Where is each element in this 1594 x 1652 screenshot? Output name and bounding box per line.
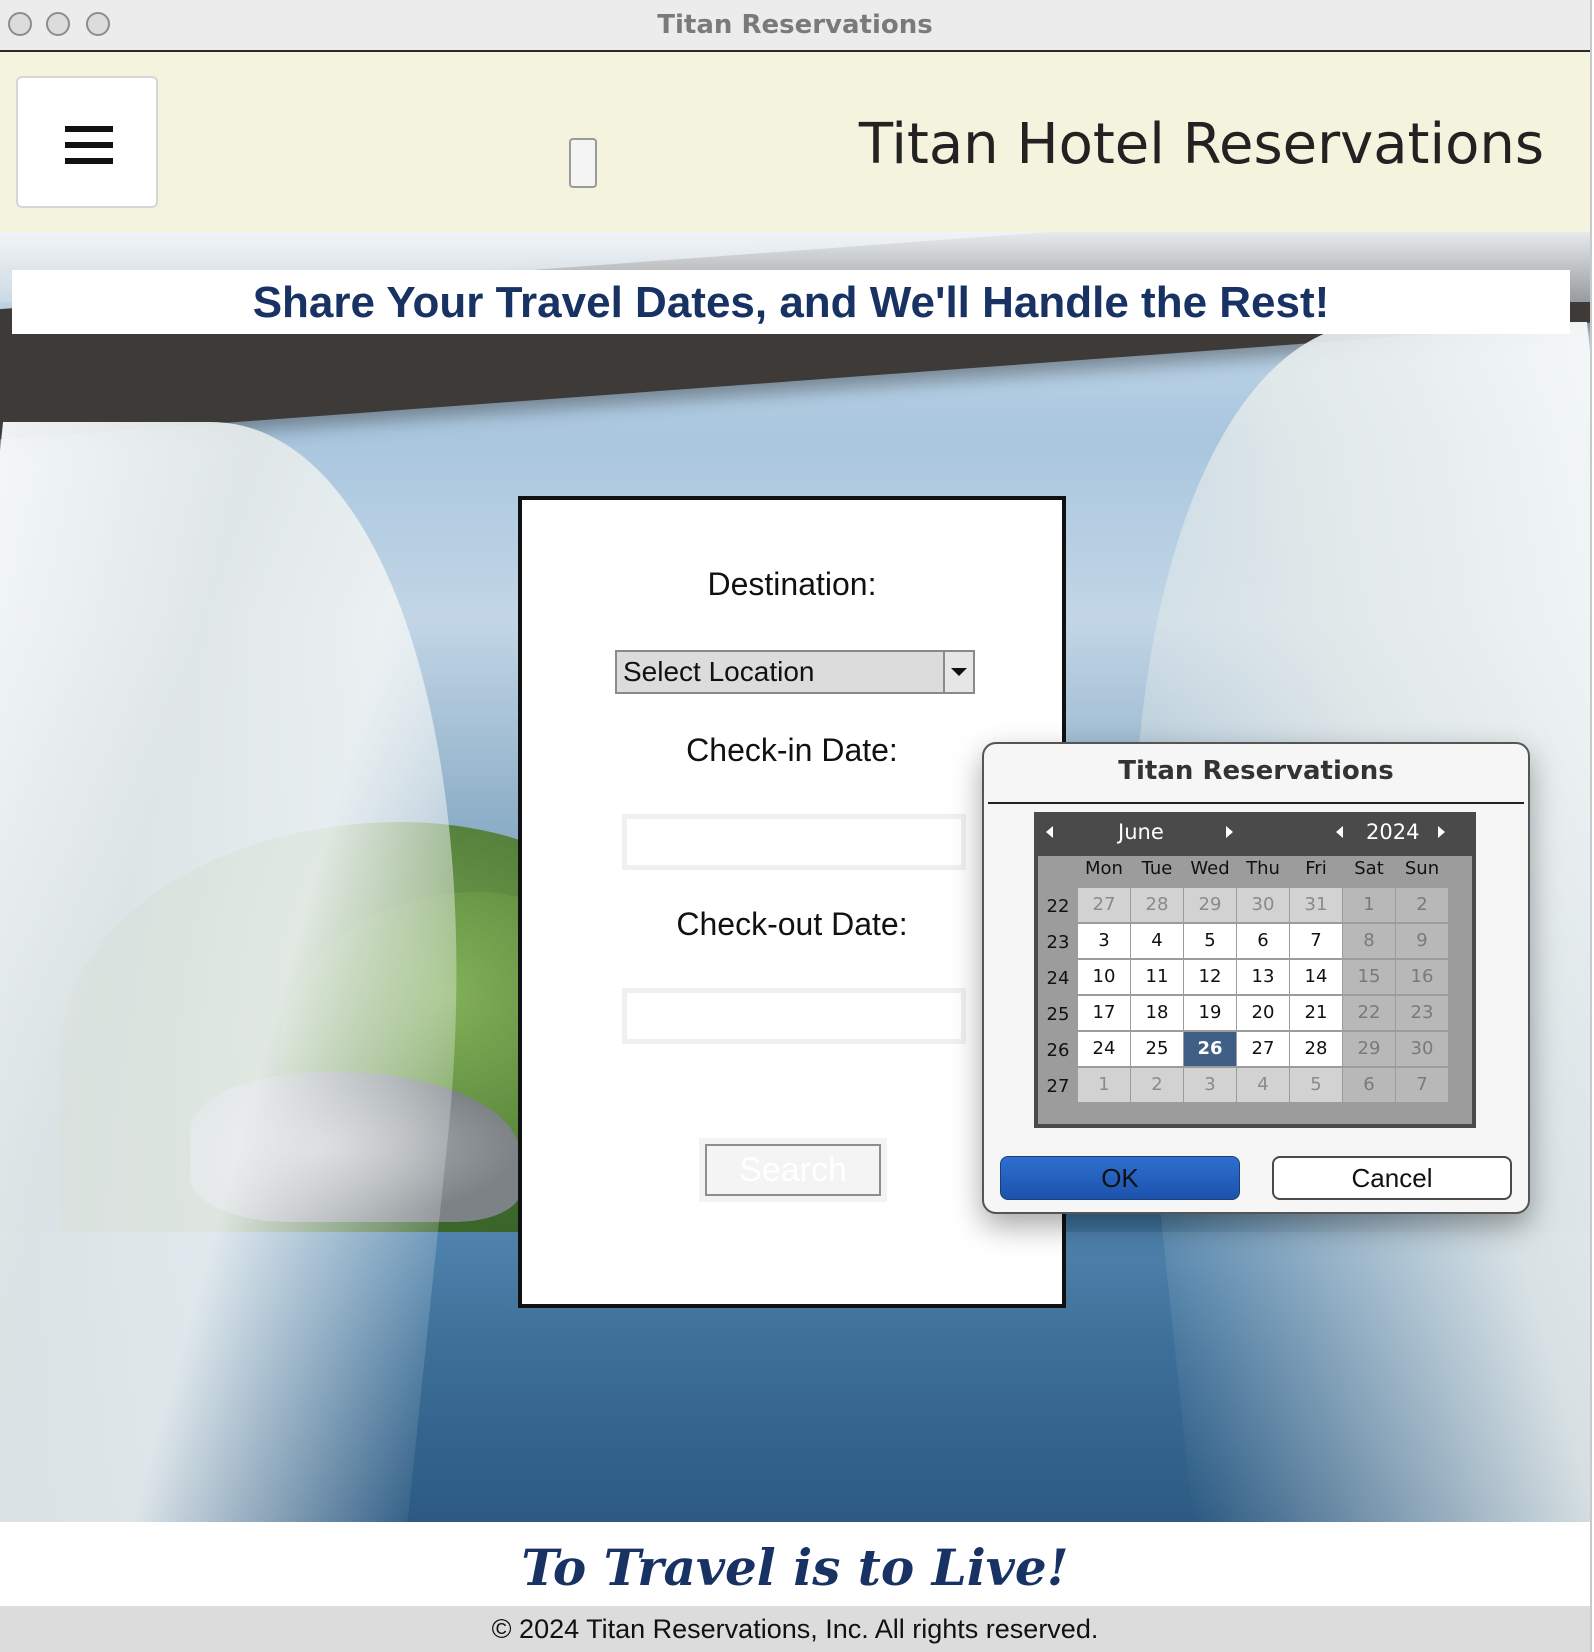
calendar-day[interactable]: 21 <box>1290 996 1342 1030</box>
week-number: 27 <box>1046 1076 1070 1097</box>
chevron-down-icon <box>951 668 967 676</box>
checkout-date-field[interactable] <box>622 988 966 1044</box>
calendar-day[interactable]: 5 <box>1290 1068 1342 1102</box>
calendar-day[interactable]: 16 <box>1396 960 1448 994</box>
footer-slogan: To Travel is to Live! <box>521 1538 1069 1597</box>
cancel-button[interactable]: Cancel <box>1272 1156 1512 1200</box>
weekday-header: Tue <box>1141 858 1173 879</box>
site-header: Titan Hotel Reservations <box>0 52 1590 232</box>
dialog-separator <box>988 802 1524 804</box>
calendar-day[interactable]: 1 <box>1343 888 1395 922</box>
week-number: 22 <box>1046 896 1070 917</box>
prev-year-icon[interactable] <box>1336 826 1343 838</box>
weekday-header: Fri <box>1305 858 1327 879</box>
calendar-day[interactable]: 23 <box>1396 996 1448 1030</box>
title-bar: Titan Reservations <box>0 0 1590 52</box>
tagline-banner: Share Your Travel Dates, and We'll Handl… <box>12 270 1570 334</box>
year-label: 2024 <box>1366 820 1420 844</box>
calendar-day[interactable]: 7 <box>1290 924 1342 958</box>
month-label: June <box>1118 820 1164 844</box>
app-window: Titan Reservations Titan Hotel Reservati… <box>0 0 1592 1652</box>
week-number: 26 <box>1046 1040 1070 1061</box>
calendar-day[interactable]: 28 <box>1131 888 1183 922</box>
calendar-day[interactable]: 6 <box>1237 924 1289 958</box>
dialog-title: Titan Reservations <box>1118 756 1394 786</box>
copyright-text: © 2024 Titan Reservations, Inc. All righ… <box>491 1614 1099 1644</box>
calendar-day[interactable]: 19 <box>1184 996 1236 1030</box>
week-number: 24 <box>1046 968 1070 989</box>
calendar-day[interactable]: 8 <box>1343 924 1395 958</box>
calendar-day[interactable]: 27 <box>1078 888 1130 922</box>
search-button-wrap: Search <box>699 1138 887 1202</box>
calendar-day[interactable]: 30 <box>1396 1032 1448 1066</box>
dropdown-arrow-button[interactable] <box>943 652 973 692</box>
calendar-day[interactable]: 20 <box>1237 996 1289 1030</box>
hamburger-icon <box>65 126 113 132</box>
checkout-label: Check-out Date: <box>676 906 908 942</box>
header-small-input[interactable] <box>569 138 597 188</box>
calendar-day[interactable]: 4 <box>1131 924 1183 958</box>
next-year-icon[interactable] <box>1438 826 1445 838</box>
search-button[interactable]: Search <box>705 1144 881 1196</box>
hamburger-menu-button[interactable] <box>16 76 158 208</box>
calendar-day[interactable]: 24 <box>1078 1032 1130 1066</box>
calendar-day[interactable]: 3 <box>1078 924 1130 958</box>
prev-month-icon[interactable] <box>1046 826 1053 838</box>
calendar-day[interactable]: 6 <box>1343 1068 1395 1102</box>
calendar-day[interactable]: 15 <box>1343 960 1395 994</box>
ok-button[interactable]: OK <box>1000 1156 1240 1200</box>
weekday-header: Sun <box>1404 858 1440 879</box>
hamburger-icon-line <box>65 142 113 148</box>
weekday-header: Mon <box>1085 858 1123 879</box>
calendar-day[interactable]: 5 <box>1184 924 1236 958</box>
calendar-day[interactable]: 31 <box>1290 888 1342 922</box>
calendar-day[interactable]: 14 <box>1290 960 1342 994</box>
calendar-day[interactable]: 7 <box>1396 1068 1448 1102</box>
calendar-day[interactable]: 1 <box>1078 1068 1130 1102</box>
tagline-text: Share Your Travel Dates, and We'll Handl… <box>252 278 1330 327</box>
calendar-day[interactable]: 10 <box>1078 960 1130 994</box>
calendar-grid: Mon Tue Wed Thu Fri Sat Sun 22 27 28 29 30 31 1 2 23 3 4 5… <box>1038 856 1472 1124</box>
hamburger-icon-line <box>65 158 113 164</box>
next-month-icon[interactable] <box>1226 826 1233 838</box>
calendar-day[interactable]: 4 <box>1237 1068 1289 1102</box>
window-title: Titan Reservations <box>657 10 933 40</box>
checkin-date-field[interactable] <box>622 814 966 870</box>
calendar: June 2024 Mon Tue Wed Thu Fri Sat Sun 22 27 28 29 3… <box>1034 812 1476 1128</box>
calendar-day[interactable]: 9 <box>1396 924 1448 958</box>
calendar-day[interactable]: 3 <box>1184 1068 1236 1102</box>
calendar-day[interactable]: 30 <box>1237 888 1289 922</box>
footer-bar: © 2024 Titan Reservations, Inc. All righ… <box>0 1606 1590 1652</box>
calendar-day[interactable]: 29 <box>1184 888 1236 922</box>
calendar-day[interactable]: 11 <box>1131 960 1183 994</box>
calendar-day[interactable]: 2 <box>1131 1068 1183 1102</box>
calendar-day[interactable]: 18 <box>1131 996 1183 1030</box>
calendar-day[interactable]: 22 <box>1343 996 1395 1030</box>
calendar-day[interactable]: 25 <box>1131 1032 1183 1066</box>
week-number: 23 <box>1046 932 1070 953</box>
weekday-header: Sat <box>1354 858 1384 879</box>
calendar-day[interactable]: 13 <box>1237 960 1289 994</box>
checkin-label: Check-in Date: <box>686 732 898 768</box>
weekday-header: Thu <box>1246 858 1280 879</box>
calendar-day[interactable]: 12 <box>1184 960 1236 994</box>
destination-label: Destination: <box>707 566 877 602</box>
calendar-day[interactable]: 17 <box>1078 996 1130 1030</box>
calendar-day[interactable]: 28 <box>1290 1032 1342 1066</box>
weekday-header: Wed <box>1190 858 1230 879</box>
calendar-day[interactable]: 29 <box>1343 1032 1395 1066</box>
footer-slogan-section: To Travel is to Live! <box>0 1522 1590 1606</box>
calendar-day[interactable]: 27 <box>1237 1032 1289 1066</box>
calendar-day[interactable]: 2 <box>1396 888 1448 922</box>
destination-select[interactable]: Select Location <box>615 650 975 694</box>
date-picker-dialog: Titan Reservations June 2024 Mon Tue Wed Th… <box>982 742 1530 1214</box>
calendar-day-selected[interactable]: 26 <box>1184 1032 1236 1066</box>
brand-title: Titan Hotel Reservations <box>858 112 1544 177</box>
destination-select-value: Select Location <box>623 656 815 687</box>
week-number: 25 <box>1046 1004 1070 1025</box>
